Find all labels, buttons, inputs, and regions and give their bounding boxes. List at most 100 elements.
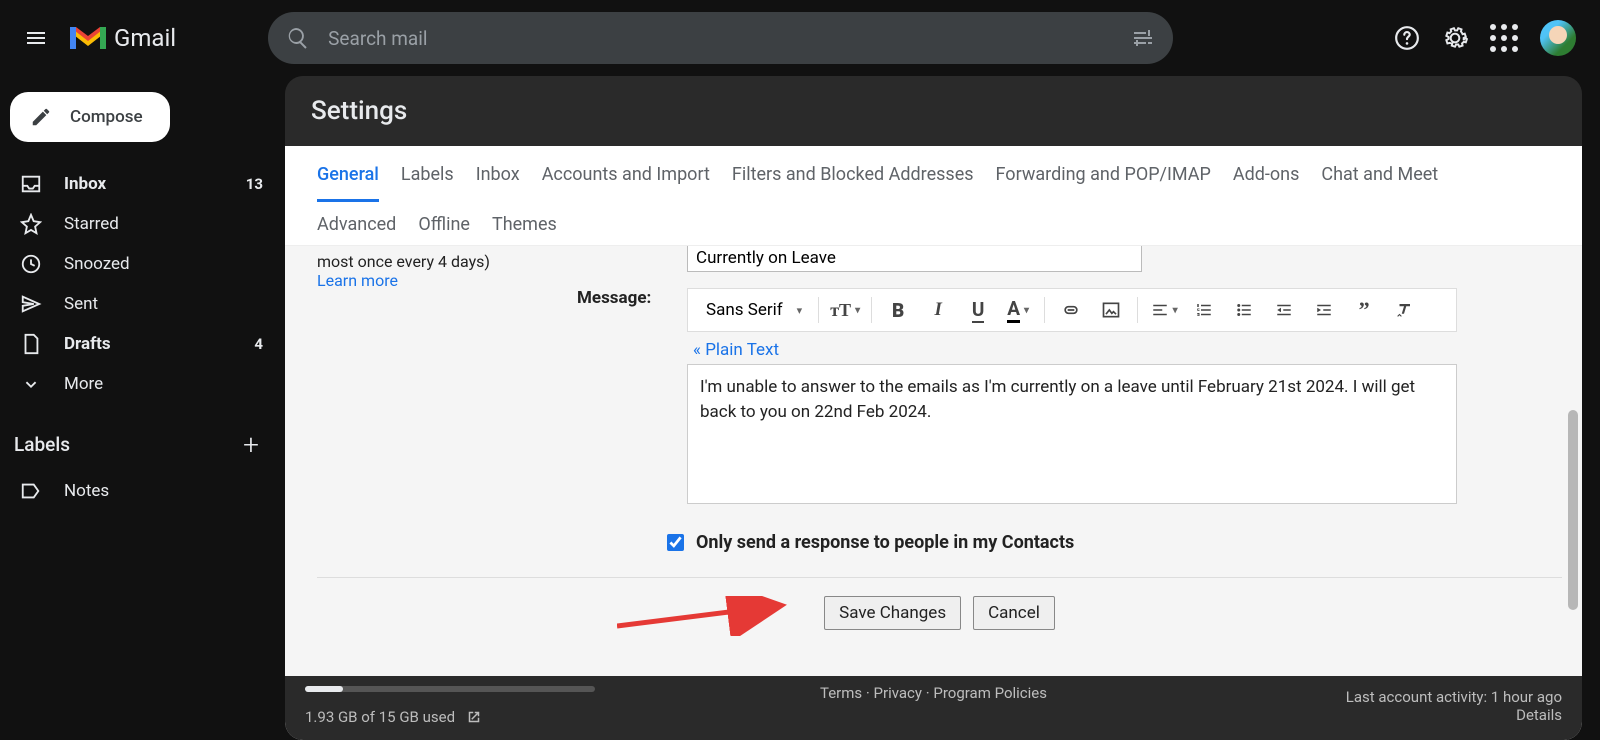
editor-toolbar: Sans Serif тT B I U A: [687, 288, 1457, 332]
footer-links: Terms · Privacy · Program Policies: [820, 684, 1047, 702]
bullet-list-button[interactable]: [1226, 292, 1262, 328]
italic-button[interactable]: I: [920, 292, 956, 328]
details-link[interactable]: Details: [1346, 706, 1562, 724]
pencil-icon: [30, 106, 52, 128]
tab-advanced[interactable]: Advanced: [317, 214, 396, 235]
tag-icon: [20, 480, 42, 502]
indent-less-button[interactable]: [1266, 292, 1302, 328]
numbered-list-icon: [1195, 301, 1213, 319]
align-icon: [1151, 301, 1169, 319]
footer: 1.93 GB of 15 GB used Terms · Privacy · …: [285, 676, 1582, 740]
sidebar-item-snoozed[interactable]: Snoozed: [0, 244, 285, 284]
open-external-icon[interactable]: [465, 708, 483, 726]
header-bar: Gmail: [0, 0, 1600, 76]
indent-less-icon: [1275, 301, 1293, 319]
tab-chat[interactable]: Chat and Meet: [1321, 164, 1438, 202]
activity-text: Last account activity: 1 hour ago: [1346, 688, 1562, 706]
save-changes-button[interactable]: Save Changes: [824, 596, 961, 630]
search-bar[interactable]: [268, 12, 1173, 64]
help-icon[interactable]: [1394, 25, 1420, 51]
numbered-list-button[interactable]: [1186, 292, 1222, 328]
star-icon: [20, 213, 42, 235]
font-size-select[interactable]: тT: [827, 292, 863, 328]
image-icon: [1101, 300, 1121, 320]
settings-content: most once every 4 days) Learn more Subje…: [285, 245, 1582, 676]
bold-button[interactable]: B: [880, 292, 916, 328]
tab-offline[interactable]: Offline: [418, 214, 470, 235]
gmail-logo[interactable]: Gmail: [68, 23, 176, 53]
search-options-icon[interactable]: [1131, 26, 1155, 50]
sidebar-item-count: 13: [246, 175, 263, 193]
tab-themes[interactable]: Themes: [492, 214, 557, 235]
sidebar-item-label: Inbox: [64, 174, 246, 194]
brand-text: Gmail: [114, 24, 176, 52]
compose-label: Compose: [70, 107, 143, 127]
learn-more-link[interactable]: Learn more: [317, 271, 398, 290]
align-button[interactable]: [1146, 292, 1182, 328]
clock-icon: [20, 253, 42, 275]
plain-text-link[interactable]: « Plain Text: [693, 340, 779, 360]
link-icon: [1061, 300, 1081, 320]
annotation-arrow: [617, 596, 797, 636]
sidebar-label-text: Notes: [64, 481, 285, 501]
gear-icon[interactable]: [1442, 25, 1468, 51]
sidebar-item-inbox[interactable]: Inbox 13: [0, 164, 285, 204]
vacation-message-editor[interactable]: I'm unable to answer to the emails as I'…: [687, 364, 1457, 504]
settings-tabs: General Labels Inbox Accounts and Import…: [285, 146, 1582, 202]
quote-button[interactable]: ”: [1346, 292, 1382, 328]
inbox-icon: [20, 173, 42, 195]
terms-link[interactable]: Terms: [820, 684, 862, 702]
sidebar-label-notes[interactable]: Notes: [0, 471, 285, 511]
privacy-link[interactable]: Privacy: [874, 684, 922, 702]
sidebar-item-drafts[interactable]: Drafts 4: [0, 324, 285, 364]
sidebar-item-count: 4: [254, 335, 263, 353]
contacts-only-checkbox[interactable]: [667, 534, 684, 551]
indent-more-icon: [1315, 301, 1333, 319]
compose-button[interactable]: Compose: [10, 92, 170, 142]
gmail-m-icon: [68, 23, 108, 53]
chevron-down-icon: [20, 373, 42, 395]
page-title: Settings: [285, 76, 1582, 146]
tab-labels[interactable]: Labels: [401, 164, 454, 202]
vertical-scrollbar[interactable]: [1566, 290, 1580, 680]
subject-input[interactable]: Currently on Leave: [687, 245, 1142, 272]
account-avatar[interactable]: [1540, 20, 1576, 56]
main-menu-button[interactable]: [12, 14, 60, 62]
remove-format-button[interactable]: [1386, 292, 1422, 328]
cancel-button[interactable]: Cancel: [973, 596, 1055, 630]
menu-icon: [24, 26, 48, 50]
main-panel: Settings General Labels Inbox Accounts a…: [285, 76, 1582, 740]
add-label-button[interactable]: +: [243, 428, 259, 461]
tab-addons[interactable]: Add-ons: [1233, 164, 1300, 202]
contacts-only-label: Only send a response to people in my Con…: [696, 532, 1074, 553]
sidebar-item-label: More: [64, 374, 285, 394]
sidebar-item-label: Snoozed: [64, 254, 285, 274]
sidebar-item-label: Sent: [64, 294, 285, 314]
header-right: [1394, 20, 1588, 56]
action-buttons: Save Changes Cancel: [317, 577, 1562, 630]
google-apps-icon[interactable]: [1490, 24, 1518, 52]
tab-filters[interactable]: Filters and Blocked Addresses: [732, 164, 974, 202]
sidebar-item-more[interactable]: More: [0, 364, 285, 404]
font-family-select[interactable]: Sans Serif: [698, 300, 810, 320]
image-button[interactable]: [1093, 292, 1129, 328]
sidebar: Compose Inbox 13 Starred Snoozed Sent Dr…: [0, 76, 285, 740]
underline-button[interactable]: U: [960, 292, 996, 328]
indent-more-button[interactable]: [1306, 292, 1342, 328]
send-icon: [20, 293, 42, 315]
sidebar-item-starred[interactable]: Starred: [0, 204, 285, 244]
storage-text: 1.93 GB of 15 GB used: [305, 708, 455, 726]
link-button[interactable]: [1053, 292, 1089, 328]
policies-link[interactable]: Program Policies: [933, 684, 1047, 702]
tab-general[interactable]: General: [317, 164, 379, 202]
text-color-button[interactable]: A: [1000, 292, 1036, 328]
labels-section-header: Labels +: [0, 404, 285, 471]
search-icon: [286, 26, 310, 50]
tab-accounts[interactable]: Accounts and Import: [542, 164, 710, 202]
tab-inbox[interactable]: Inbox: [476, 164, 520, 202]
storage-bar: [305, 686, 595, 692]
labels-title: Labels: [14, 433, 70, 456]
sidebar-item-sent[interactable]: Sent: [0, 284, 285, 324]
search-input[interactable]: [328, 27, 1131, 50]
tab-forwarding[interactable]: Forwarding and POP/IMAP: [996, 164, 1211, 202]
